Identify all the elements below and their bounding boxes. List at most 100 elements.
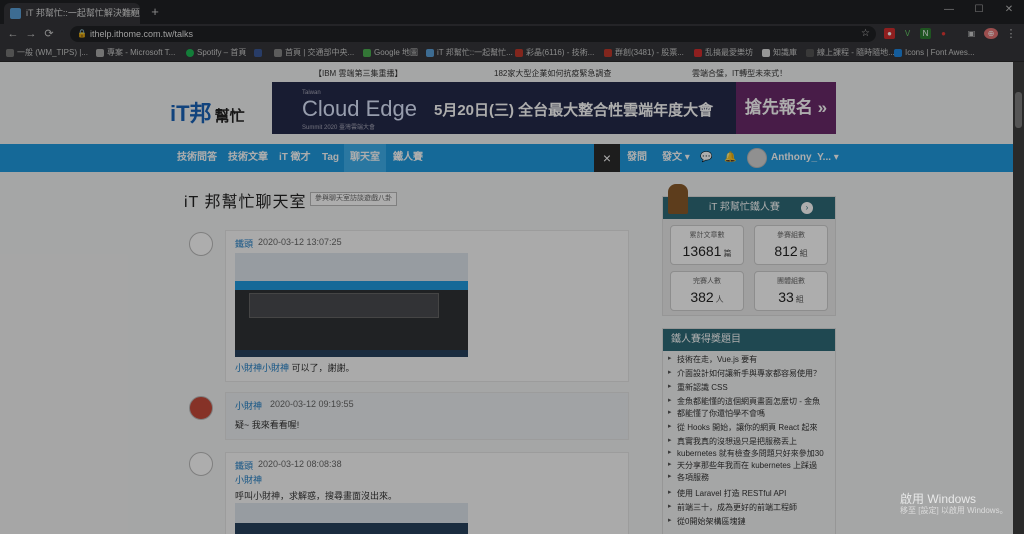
topic-link[interactable]: 技術在走，Vue.js 要有 — [668, 354, 757, 365]
topic-link[interactable]: 前端三十，成為更好的前端工程師 — [668, 502, 797, 513]
address-bar[interactable]: 🔒 ithelp.ithome.com.tw/talks ☆ — [70, 26, 876, 42]
message-author[interactable]: 鐵頭 — [235, 237, 253, 250]
nav-chatroom[interactable]: 聊天室 — [344, 144, 386, 172]
bookmark-item[interactable]: 群創(3481) - 股票... — [604, 46, 684, 60]
nav-post[interactable]: 發文 ▾ — [662, 144, 690, 172]
ithelp-favicon-icon — [426, 49, 434, 57]
bookmark-item[interactable]: 專案 - Microsoft T... — [96, 46, 175, 60]
bookmark-label: 線上課程 - 隨時隨地... — [817, 48, 895, 57]
extension-icon[interactable]: ● — [938, 28, 949, 39]
font-awesome-icon — [894, 49, 902, 57]
topic-link[interactable]: 介面設計如何讓新手與專家都容易使用？ — [668, 368, 821, 379]
user-menu[interactable]: Anthony_Y... ▾ — [771, 144, 839, 172]
topic-link[interactable]: 各項服務 — [668, 472, 709, 483]
screenshot-nav — [235, 281, 468, 290]
facebook-icon — [254, 49, 262, 57]
message-author[interactable]: 小財神 — [235, 399, 262, 412]
topic-link[interactable]: 真實我真的沒想過只是把服務丟上 — [668, 436, 797, 447]
banner-title: Taiwan Cloud Edge Summit 2020 臺灣雲端大會 — [302, 90, 417, 131]
topic-link[interactable]: 重新認識 CSS — [668, 382, 728, 393]
scrollbar-thumb[interactable] — [1015, 92, 1022, 128]
bookmark-star-icon[interactable]: ☆ — [861, 26, 870, 42]
bookmark-item[interactable]: Spotify – 首頁 — [186, 46, 246, 60]
stat-label: 團體組數 — [777, 278, 805, 285]
user-avatar[interactable] — [747, 148, 767, 168]
nav-questions[interactable]: 技術問答 — [177, 144, 217, 172]
nav-ironman[interactable]: 鐵人賽 — [393, 144, 423, 172]
stat-unit: 組 — [799, 249, 808, 258]
bookmark-item[interactable]: 彩晶(6116) - 技術... — [515, 46, 594, 60]
bookmark-item[interactable]: 乱搞最愛樂坊 — [694, 46, 753, 60]
bookmark-item[interactable]: 首頁 | 交通部中央... — [274, 46, 354, 60]
forward-icon[interactable]: → — [24, 26, 38, 42]
bookmark-favicon-icon — [694, 49, 702, 57]
extension-icon[interactable]: ● — [884, 28, 895, 39]
media-icon[interactable]: ▣ — [966, 28, 977, 39]
ad-banner[interactable]: Taiwan Cloud Edge Summit 2020 臺灣雲端大會 5月20日… — [272, 82, 836, 134]
page-title: iT 邦幫忙聊天室 — [184, 194, 307, 211]
nav-articles[interactable]: 技術文章 — [228, 144, 268, 172]
topic-link[interactable]: 都能懂了你還怕學不會嗎 — [668, 408, 765, 419]
user-avatar[interactable] — [189, 452, 213, 476]
topic-link[interactable]: 從0開始架構區塊鏈 — [668, 516, 745, 527]
bell-icon[interactable]: 🔔 — [724, 144, 736, 172]
bookmark-favicon-icon — [96, 49, 104, 57]
browser-toolbar: ← → ⟳ 🔒 ithelp.ithome.com.tw/talks ☆ ● V… — [0, 24, 1024, 44]
top-announcement[interactable]: 雲端合璧，IT轉型未來式！ — [692, 68, 787, 79]
extension-icon[interactable]: V — [902, 28, 913, 39]
banner-title-text: Cloud Edge — [302, 96, 417, 121]
stat-card: 累計文章數 13681 篇 — [670, 225, 744, 265]
arrow-right-icon[interactable]: › — [801, 202, 813, 214]
extension-icon[interactable]: N — [920, 28, 931, 39]
topic-link[interactable]: 金魚都能懂的這個網頁畫面怎麼切 - 金魚 — [668, 396, 820, 407]
reload-icon[interactable]: ⟳ — [42, 26, 56, 42]
message-screenshot-image[interactable] — [235, 253, 468, 357]
nav-ask[interactable]: 發問 — [627, 144, 647, 172]
close-window-button[interactable]: ✕ — [994, 0, 1024, 20]
bookmark-item[interactable]: 知識庫 — [762, 46, 797, 60]
ironman-stats-widget: iT 邦幫忙鐵人賽 › 累計文章數 13681 篇 參賽組數 812 組 完賽人數 382… — [662, 196, 836, 316]
mention-link[interactable]: 小財神 — [235, 473, 262, 486]
chat-icon[interactable]: 💬 — [700, 144, 712, 172]
chrome-menu-icon[interactable]: ⋮ — [1004, 26, 1018, 42]
bookmark-label: iT 邦幫忙::一起幫忙... — [437, 48, 513, 57]
top-announcement[interactable]: 182家大型企業如何抗疫緊急調查 — [494, 68, 611, 79]
bookmark-item[interactable] — [254, 46, 265, 60]
bookmark-item[interactable]: Google 地圖 — [363, 46, 418, 60]
tab-close-icon[interactable]: × — [130, 3, 136, 24]
new-tab-button[interactable]: + — [148, 5, 162, 19]
mention-link-text[interactable]: 小財神 — [235, 475, 262, 485]
site-logo[interactable]: iT邦 幫忙 — [170, 96, 245, 128]
profile-avatar[interactable]: ⊕ — [984, 28, 998, 39]
scrollbar[interactable] — [1013, 62, 1024, 534]
lock-icon: 🔒 — [77, 29, 87, 38]
topic-link[interactable]: 使用 Laravel 打造 RESTful API — [668, 488, 786, 499]
bookmark-item[interactable]: 一般 (WM_TIPS) |... — [6, 46, 88, 60]
bookmark-label: 首頁 | 交通部中央... — [285, 48, 355, 57]
user-avatar[interactable] — [189, 232, 213, 256]
browser-window: iT 邦幫忙::一起幫忙解決難題，拯 × + — ☐ ✕ ← → ⟳ 🔒 ith… — [0, 0, 1024, 534]
youtube-icon — [604, 49, 612, 57]
message-author[interactable]: 鐵頭 — [235, 459, 253, 472]
top-announcement[interactable]: 【IBM 雲端第三集重播】 — [314, 68, 402, 79]
maximize-button[interactable]: ☐ — [964, 0, 994, 20]
topic-link[interactable]: 從 Hooks 開始，讓你的網頁 React 起來 — [668, 422, 817, 433]
nav-jobs[interactable]: iT 徵才 — [279, 144, 311, 172]
chatroom-tag[interactable]: 參與聊天室訪談遊戲八卦 — [310, 192, 397, 206]
close-search-button[interactable]: × — [594, 144, 620, 172]
mention-link[interactable]: 小財神小財神 — [235, 363, 289, 373]
user-avatar[interactable] — [189, 396, 213, 420]
banner-cta-button[interactable]: 搶先報名 » — [736, 82, 836, 134]
message-screenshot-image[interactable] — [235, 503, 468, 534]
topic-link[interactable]: kubernetes 就有檢查多問題只好來參加30 — [668, 448, 824, 459]
topic-link[interactable]: 天分享那些年我而在 kubernetes 上踩過 — [668, 460, 817, 471]
minimize-button[interactable]: — — [934, 0, 964, 20]
bookmark-item[interactable]: iT 邦幫忙::一起幫忙... — [426, 46, 513, 60]
nav-tag[interactable]: Tag — [322, 144, 339, 172]
tab-title: iT 邦幫忙::一起幫忙解決難題，拯 — [26, 8, 140, 18]
bookmark-label: 群創(3481) - 股票... — [615, 48, 684, 57]
bookmark-item[interactable]: 線上課程 - 隨時隨地... — [806, 46, 895, 60]
browser-tab[interactable]: iT 邦幫忙::一起幫忙解決難題，拯 × — [4, 3, 140, 24]
back-icon[interactable]: ← — [6, 26, 20, 42]
bookmark-item[interactable]: Icons | Font Awes... — [894, 46, 975, 60]
